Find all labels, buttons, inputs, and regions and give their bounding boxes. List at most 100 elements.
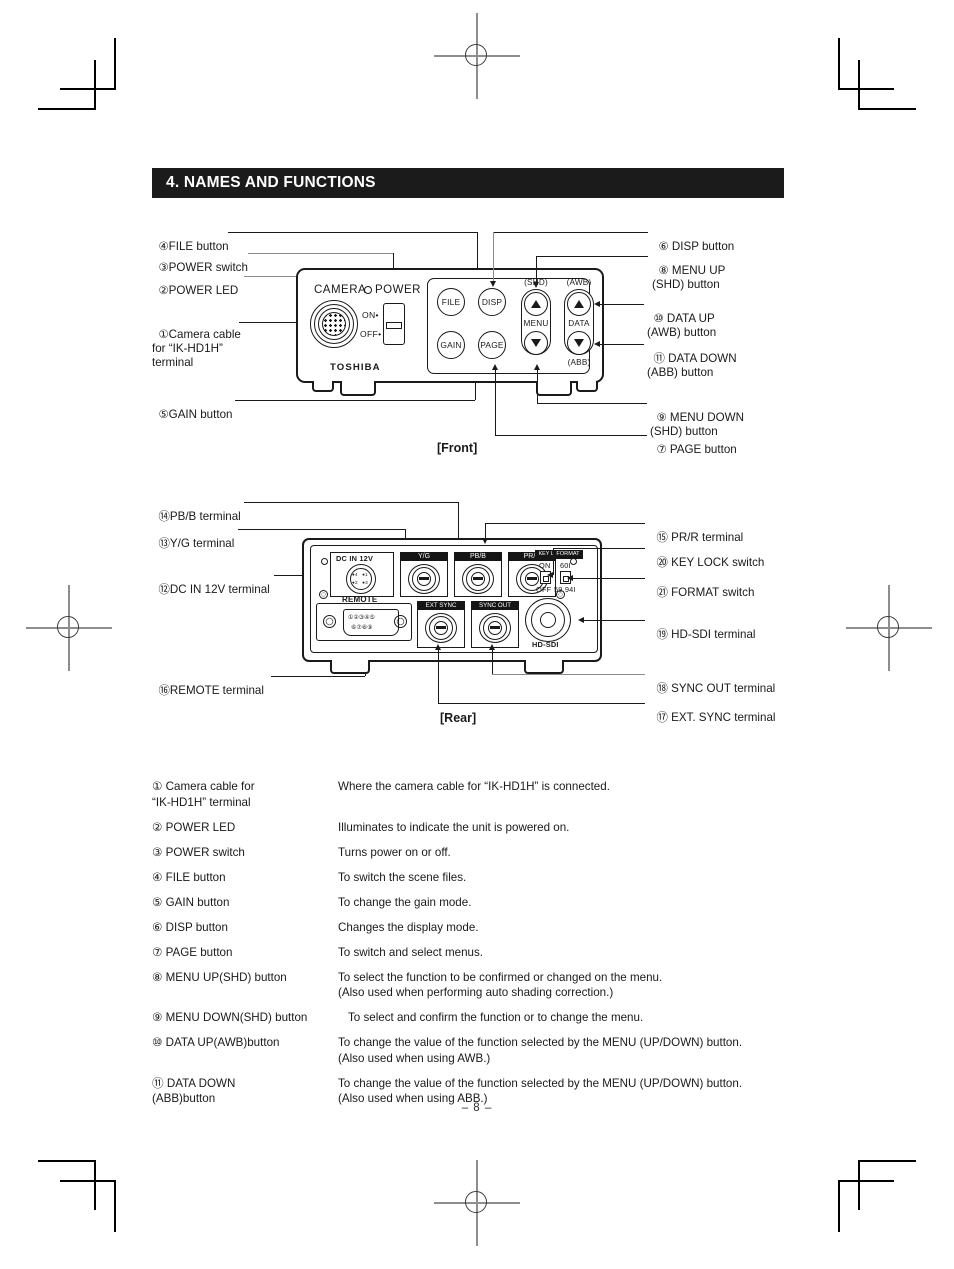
callout-number: ⑱ (656, 682, 668, 695)
callout-prr-terminal: ⑮ PR/R terminal (650, 517, 743, 545)
callout-number: ⑳ (656, 556, 668, 569)
format-label: FORMAT (556, 551, 580, 557)
term-text: Camera cable for “IK-HD1H” terminal (152, 780, 255, 809)
leader-arrow-menu-up (533, 282, 539, 288)
leader-line-extsync (438, 703, 645, 704)
leader-arrow-syncout (489, 644, 495, 650)
callout-yg-terminal: ⑬Y/G terminal (152, 523, 234, 551)
leader-line-page-v (495, 370, 496, 435)
term-text: FILE button (165, 870, 226, 884)
page-button[interactable]: PAGE (478, 331, 506, 359)
callout-text: FORMAT switch (671, 585, 755, 599)
table-row: ② POWER LED Illuminates to indicate the … (152, 820, 812, 836)
leader-line-data-up (600, 304, 644, 305)
table-row: ⑤ GAIN button To change the gain mode. (152, 895, 812, 911)
triangle-down-icon (574, 339, 584, 347)
front-foot-left2 (340, 381, 376, 396)
callout-number: ⑫ (158, 583, 170, 596)
leader-line-data-down (600, 344, 644, 345)
menu-down-button[interactable] (524, 331, 548, 355)
camera-connector-pin-field (322, 312, 346, 336)
front-foot-right (536, 381, 572, 396)
leader-arrow-page (492, 364, 498, 370)
crop-mark-top-left (38, 38, 116, 110)
callout-pbb-terminal: ⑭PB/B terminal (152, 496, 240, 524)
data-down-button[interactable] (567, 331, 591, 355)
leader-line-gain (235, 400, 475, 401)
term-text: MENU DOWN(SHD) button (165, 1011, 308, 1024)
callout-text: SYNC OUT terminal (671, 681, 776, 695)
leader-line-keylock (553, 548, 645, 549)
term-number: ③ (152, 845, 163, 859)
disp-button[interactable]: DISP (478, 288, 506, 316)
leader-line-file (228, 232, 477, 233)
callout-sync-out-terminal: ⑱ SYNC OUT terminal (650, 668, 775, 696)
leader-arrow-menu-down (534, 364, 540, 370)
front-foot-left (312, 381, 334, 392)
desc-cell: Where the camera cable for “IK-HD1H” is … (338, 780, 610, 793)
term-text: PAGE button (165, 945, 233, 959)
format-5994i-label: 59.94I (554, 585, 576, 594)
crop-mark-top-right (838, 38, 916, 110)
gain-button[interactable]: GAIN (437, 331, 465, 359)
leader-arrow-prr (482, 538, 488, 544)
callout-number: ⑦ (656, 443, 667, 456)
callout-number: ⑲ (656, 628, 668, 641)
term-number: ① (152, 780, 163, 793)
table-row: ⑧ MENU UP(SHD) button To select the func… (152, 970, 812, 1001)
term-number: ⑦ (152, 945, 163, 959)
front-foot-right2 (576, 381, 598, 392)
leader-line-syncout (492, 674, 645, 675)
leader-line-extsync-v (438, 650, 439, 703)
term-number: ② (152, 820, 163, 834)
registration-mark-bottom (434, 1160, 520, 1246)
callout-text: EXT. SYNC terminal (671, 710, 776, 724)
callout-number: ⑰ (656, 711, 668, 724)
data-up-button[interactable] (567, 292, 591, 316)
data-pad-top-caption: (AWB) (566, 278, 592, 287)
callout-power-led: ②POWER LED (152, 270, 238, 298)
power-rocker-switch[interactable] (383, 303, 405, 345)
term-cell: ② POWER LED (152, 820, 338, 836)
table-row: ① Camera cable for “IK-HD1H” terminal Wh… (152, 779, 812, 810)
callout-dc-in-terminal: ⑫DC IN 12V terminal (152, 569, 269, 597)
power-label: POWER (375, 284, 421, 296)
leader-line-remote (271, 676, 365, 677)
hole-top-left (321, 558, 328, 565)
front-caption: [Front] (437, 441, 478, 455)
callout-number: ⑪ (653, 352, 665, 365)
triangle-down-icon (531, 339, 541, 347)
desc-cell: To select the function to be confirmed o… (338, 970, 663, 1000)
leader-line-disp-v (493, 232, 494, 281)
sync-out-label-bar: SYNC OUT (471, 601, 519, 610)
leader-arrow-extsync (435, 644, 441, 650)
leader-arrow-disp (490, 281, 496, 287)
term-text: POWER LED (165, 820, 236, 834)
leader-line-hdsdi (584, 620, 645, 621)
sync-out-label: SYNC OUT (479, 602, 511, 609)
term-cell: ⑤ GAIN button (152, 895, 338, 911)
key-lock-on-label: ON (539, 561, 551, 570)
yg-bnc-slot (419, 577, 429, 580)
callout-data-up: ⑩ DATA UP (AWB) button (647, 298, 716, 340)
format-label-bar: FORMAT (553, 550, 583, 559)
ext-sync-bnc-slot (436, 626, 446, 629)
menu-pad-mid-caption: MENU (523, 319, 549, 328)
registration-mark-top (434, 13, 520, 99)
leader-line-menu-up (536, 256, 648, 257)
leader-arrow-keylock (547, 572, 553, 578)
term-number: ⑪ (152, 1076, 164, 1090)
triangle-up-icon (531, 300, 541, 308)
term-cell: ① Camera cable for “IK-HD1H” terminal (152, 779, 338, 810)
dsub-pins-bottom: ⑥⑦⑧⑨ (351, 625, 373, 631)
callout-number: ㉑ (656, 586, 668, 599)
menu-up-button[interactable] (524, 292, 548, 316)
file-button[interactable]: FILE (437, 288, 465, 316)
pbb-label: PB/B (470, 553, 486, 560)
desc-cell: To switch the scene files. (338, 870, 467, 884)
callout-number: ⑯ (158, 684, 170, 697)
remote-connector-panel[interactable]: ①②③④⑤ ⑥⑦⑧⑨ (316, 603, 412, 641)
key-lock-off-label: OFF (536, 585, 552, 594)
term-number: ④ (152, 870, 163, 884)
callout-number: ② (158, 284, 169, 297)
